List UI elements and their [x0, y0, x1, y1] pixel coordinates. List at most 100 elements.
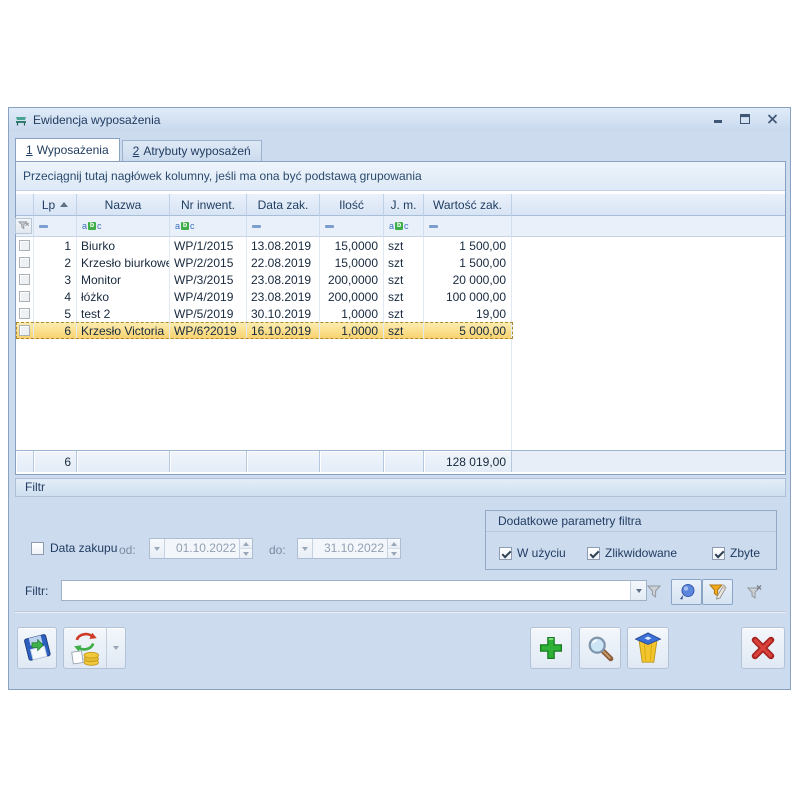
table-row[interactable]: 2 Krzesło biurkowe WP/2/2015 22.08.2019 …	[16, 254, 785, 271]
cell-nazwa: łóżko	[77, 288, 170, 305]
table-row-selected[interactable]: 6 Krzesło Victoria WP/6?2019 16.10.2019 …	[16, 322, 785, 339]
auto-filter-nr-inwent[interactable]: abc	[170, 216, 247, 237]
auto-filter-row: abc abc abc	[16, 216, 785, 237]
clear-filter-button[interactable]	[739, 579, 769, 605]
group-by-panel[interactable]: Przeciągnij tutaj nagłówek kolumny, jeśl…	[16, 162, 785, 191]
groupbox-divider	[486, 531, 776, 532]
view-details-button[interactable]	[579, 627, 621, 669]
export-button[interactable]	[17, 627, 57, 669]
equals-filter-icon	[325, 225, 334, 228]
column-header-row: Lp Nazwa Nr inwent. Data zak. Ilość J. m…	[16, 194, 785, 216]
w-uzyciu-label: W użyciu	[517, 546, 566, 560]
cell-lp: 2	[34, 254, 77, 271]
zlikwidowane-label: Zlikwidowane	[605, 546, 677, 560]
do-label: do:	[269, 543, 286, 557]
zbyte-checkbox[interactable]	[712, 547, 725, 560]
groupbox-title: Dodatkowe parametry filtra	[486, 511, 776, 528]
row-selector-cell	[16, 271, 34, 288]
floppy-disk-icon	[20, 631, 54, 665]
auto-filter-ilosc[interactable]	[320, 216, 384, 237]
zlikwidowane-option: Zlikwidowane	[587, 546, 677, 560]
minimize-button[interactable]	[713, 114, 723, 124]
table-row[interactable]: 5 test 2 WP/5/2019 30.10.2019 1,0000 szt…	[16, 305, 785, 322]
funnel-clear-icon	[746, 584, 763, 600]
date-from-dropdown-icon[interactable]	[150, 539, 165, 558]
cell-nazwa: Biurko	[77, 237, 170, 254]
summary-empty	[170, 451, 247, 472]
data-zakupu-label: Data zakupu	[50, 541, 117, 555]
data-zakupu-checkbox[interactable]	[31, 542, 44, 555]
cell-lp: 6	[34, 322, 77, 339]
row-checkbox[interactable]	[19, 240, 30, 251]
column-header-filler	[512, 194, 785, 216]
cell-jm: szt	[384, 288, 424, 305]
w-uzyciu-checkbox[interactable]	[499, 547, 512, 560]
row-checkbox[interactable]	[19, 274, 30, 285]
batch-operations-button[interactable]	[63, 627, 126, 669]
cell-ilosc: 200,0000	[320, 271, 384, 288]
row-selector-cell	[16, 305, 34, 322]
cell-filler	[512, 305, 785, 322]
zbyte-label: Zbyte	[730, 546, 760, 560]
row-checkbox[interactable]	[19, 308, 30, 319]
equipment-register-window: Ewidencja wyposażenia 1 Wyposażenia 2 At…	[8, 107, 791, 690]
summary-selector-cell	[16, 451, 34, 472]
auto-filter-nazwa[interactable]: abc	[77, 216, 170, 237]
column-header-lp[interactable]: Lp	[34, 194, 77, 216]
pin-icon	[678, 583, 696, 601]
summary-empty	[384, 451, 424, 472]
delete-button[interactable]	[627, 627, 669, 669]
zlikwidowane-checkbox[interactable]	[587, 547, 600, 560]
summary-total: 128 019,00	[424, 451, 512, 472]
column-header-data-zak[interactable]: Data zak.	[247, 194, 320, 216]
trash-bin-icon	[633, 632, 663, 664]
abc-filter-icon: abc	[175, 222, 195, 231]
row-checkbox[interactable]	[19, 291, 30, 302]
cell-data-zak: 23.08.2019	[247, 288, 320, 305]
add-button[interactable]	[530, 627, 572, 669]
row-selector-cell	[16, 322, 34, 339]
table-row[interactable]: 3 Monitor WP/3/2015 23.08.2019 200,0000 …	[16, 271, 785, 288]
table-row[interactable]: 4 łóżko WP/4/2019 23.08.2019 200,0000 sz…	[16, 288, 785, 305]
filter-expression-input[interactable]	[62, 581, 630, 600]
row-checkbox[interactable]	[19, 325, 30, 336]
batch-operations-dropdown[interactable]	[106, 628, 125, 668]
date-to-dropdown-icon[interactable]	[298, 539, 313, 558]
tab-atrybuty-wyposazen[interactable]: 2 Atrybuty wyposażeń	[122, 140, 262, 161]
date-from-field[interactable]: 01.10.2022	[149, 538, 253, 559]
auto-filter-clear-cell[interactable]	[16, 216, 34, 237]
tab1-number: 1	[26, 143, 33, 157]
red-x-icon	[749, 634, 777, 662]
pin-filter-button[interactable]	[671, 579, 702, 605]
close-window-button[interactable]	[767, 114, 778, 124]
tab2-number: 2	[133, 144, 140, 158]
tab-wyposazenia[interactable]: 1 Wyposażenia	[15, 138, 120, 161]
auto-filter-lp[interactable]	[34, 216, 77, 237]
row-checkbox[interactable]	[19, 257, 30, 268]
date-from-spinner[interactable]	[239, 539, 252, 558]
cell-data-zak: 22.08.2019	[247, 254, 320, 271]
date-to-field[interactable]: 31.10.2022	[297, 538, 401, 559]
tab1-label: Wyposażenia	[37, 143, 109, 157]
table-row[interactable]: 1 Biurko WP/1/2015 13.08.2019 15,0000 sz…	[16, 237, 785, 254]
maximize-button[interactable]	[740, 114, 750, 124]
close-button[interactable]	[741, 627, 785, 669]
funnel-builder-icon	[708, 583, 727, 601]
filter-builder-button[interactable]	[702, 579, 733, 605]
cell-nazwa: test 2	[77, 305, 170, 322]
column-header-ilosc[interactable]: Ilość	[320, 194, 384, 216]
column-header-nr-inwent[interactable]: Nr inwent.	[170, 194, 247, 216]
apply-filter-button[interactable]	[639, 579, 669, 605]
column-header-nazwa[interactable]: Nazwa	[77, 194, 170, 216]
cell-wartosc: 19,00	[424, 305, 512, 322]
auto-filter-filler	[512, 216, 785, 237]
equals-filter-icon	[252, 225, 261, 228]
date-to-spinner[interactable]	[387, 539, 400, 558]
column-header-wartosc-zak[interactable]: Wartość zak.	[424, 194, 512, 216]
auto-filter-data-zak[interactable]	[247, 216, 320, 237]
auto-filter-jm[interactable]: abc	[384, 216, 424, 237]
auto-filter-wartosc[interactable]	[424, 216, 512, 237]
window-icon	[14, 113, 28, 127]
cell-wartosc: 1 500,00	[424, 237, 512, 254]
column-header-jm[interactable]: J. m.	[384, 194, 424, 216]
